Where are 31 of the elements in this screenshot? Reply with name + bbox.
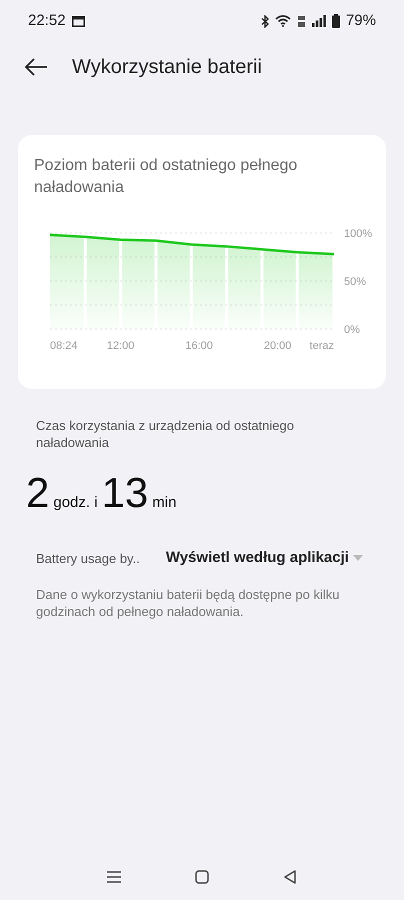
minutes-unit: min <box>152 493 176 513</box>
axis-label: 20:00 <box>264 340 292 352</box>
calendar-icon <box>72 16 85 26</box>
axis-label: 08:24 <box>50 340 78 352</box>
menu-icon[interactable] <box>107 871 121 883</box>
bluetooth-icon <box>260 14 269 28</box>
status-time: 22:52 <box>28 10 66 31</box>
usage-hours: 2 <box>26 468 50 518</box>
volte-icon <box>296 14 306 28</box>
usage-minutes: 13 <box>102 468 148 518</box>
axis-label: 0% <box>344 324 360 336</box>
axis-label: 100% <box>344 228 372 240</box>
axis-label: teraz <box>310 340 334 352</box>
wifi-icon <box>274 15 291 27</box>
filter-dropdown[interactable]: Wyświetl według aplikacji <box>166 547 363 570</box>
axis-label: 12:00 <box>106 340 134 352</box>
usage-caption: Czas korzystania z urządzenia od ostatniego naładowania <box>36 417 295 451</box>
back-arrow-icon <box>24 58 48 76</box>
home-icon[interactable] <box>195 870 209 884</box>
filter-label: Battery usage by.. <box>36 550 140 568</box>
back-icon[interactable] <box>283 870 297 884</box>
page-title: Wykorzystanie baterii <box>72 55 262 80</box>
battery-percent: 79% <box>346 10 376 31</box>
card-title: Poziom baterii od ostatniego pełnego naładowania <box>34 156 298 198</box>
signal-icon <box>312 15 326 27</box>
hours-unit: godz. i <box>53 493 98 513</box>
dropdown-caret-icon <box>352 555 363 562</box>
battery-icon <box>332 14 340 28</box>
info-note: Dane o wykorzystaniu baterii będą dostępne po kilku godzinach od pełnego naładowania. <box>36 586 341 620</box>
axis-label: 16:00 <box>185 340 213 352</box>
axis-label: 50% <box>344 276 366 288</box>
